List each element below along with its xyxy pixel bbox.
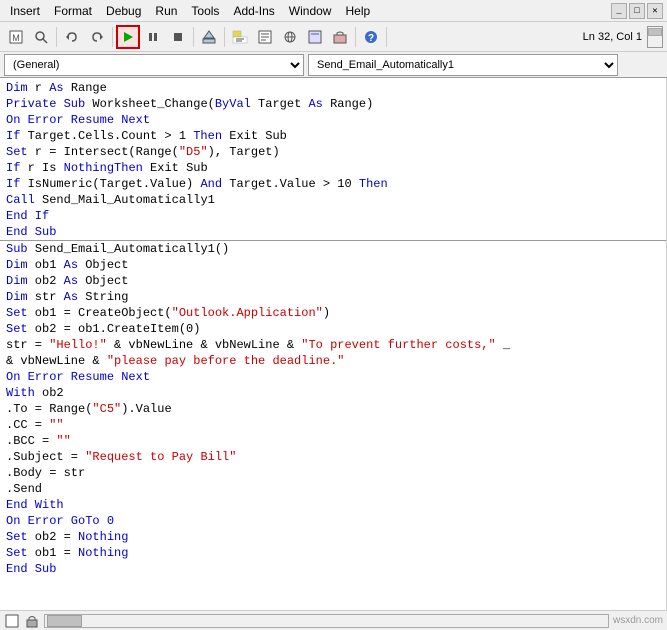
scrollbar-thumb bbox=[47, 615, 82, 627]
userform-icon bbox=[307, 29, 323, 45]
properties-button[interactable] bbox=[253, 25, 277, 49]
browser-icon bbox=[282, 29, 298, 45]
status-bar: wsxdn.com bbox=[0, 610, 667, 630]
minimize-button[interactable]: _ bbox=[611, 3, 627, 19]
explorer-icon bbox=[232, 29, 248, 45]
toolbar-scrollindicator bbox=[647, 26, 663, 48]
code-line: str = "Hello!" & vbNewLine & vbNewLine &… bbox=[0, 337, 666, 353]
redo-icon bbox=[89, 29, 105, 45]
code-line: Set ob1 = CreateObject("Outlook.Applicat… bbox=[0, 305, 666, 321]
reset-button[interactable] bbox=[166, 25, 190, 49]
code-line: Set ob1 = Nothing bbox=[0, 545, 666, 561]
code-line: .To = Range("C5").Value bbox=[0, 401, 666, 417]
code-line: If Target.Cells.Count > 1 Then Exit Sub bbox=[0, 128, 666, 144]
code-line: Sub Send_Email_Automatically1() bbox=[0, 241, 666, 257]
separator-2 bbox=[112, 27, 113, 47]
toolbox-icon bbox=[332, 29, 348, 45]
dropdowns-row: (General) Send_Email_Automatically1 bbox=[0, 52, 667, 78]
code-line: .BCC = "" bbox=[0, 433, 666, 449]
separator-1 bbox=[56, 27, 57, 47]
separator-4 bbox=[224, 27, 225, 47]
menu-help[interactable]: Help bbox=[339, 2, 376, 20]
insert-icon: M bbox=[8, 29, 24, 45]
window-controls: _ □ ✕ bbox=[611, 3, 663, 19]
design-mode-button[interactable] bbox=[197, 25, 221, 49]
code-line: .Subject = "Request to Pay Bill" bbox=[0, 449, 666, 465]
menu-format[interactable]: Format bbox=[48, 2, 98, 20]
menu-insert[interactable]: Insert bbox=[4, 2, 46, 20]
svg-text:M: M bbox=[12, 33, 20, 43]
menu-debug[interactable]: Debug bbox=[100, 2, 147, 20]
status-icon-right bbox=[24, 613, 40, 629]
code-line: .Send bbox=[0, 481, 666, 497]
cursor-position: Ln 32, Col 1 bbox=[583, 31, 646, 43]
code-line: On Error GoTo 0 bbox=[0, 513, 666, 529]
separator-6 bbox=[386, 27, 387, 47]
code-line: .Body = str bbox=[0, 465, 666, 481]
menu-tools[interactable]: Tools bbox=[185, 2, 225, 20]
toolbox-button[interactable] bbox=[328, 25, 352, 49]
code-line: Dim r As Range bbox=[0, 80, 666, 96]
redo-button[interactable] bbox=[85, 25, 109, 49]
code-line: Set r = Intersect(Range("D5"), Target) bbox=[0, 144, 666, 160]
vba-icon bbox=[5, 614, 19, 628]
find-button[interactable] bbox=[29, 25, 53, 49]
svg-text:?: ? bbox=[368, 33, 374, 44]
code-line: Set ob2 = Nothing bbox=[0, 529, 666, 545]
menu-addins[interactable]: Add-Ins bbox=[227, 2, 280, 20]
code-line: End With bbox=[0, 497, 666, 513]
design-icon bbox=[201, 29, 217, 45]
watermark: wsxdn.com bbox=[613, 615, 663, 626]
code-container: Dim r As RangePrivate Sub Worksheet_Chan… bbox=[0, 78, 667, 610]
code-line: On Error Resume Next bbox=[0, 112, 666, 128]
menu-run[interactable]: Run bbox=[149, 2, 183, 20]
break-icon bbox=[145, 29, 161, 45]
code-line: End Sub bbox=[0, 561, 666, 577]
code-line: If r Is Nothing Then Exit Sub bbox=[0, 160, 666, 176]
code-line: If IsNumeric(Target.Value) And Target.Va… bbox=[0, 176, 666, 192]
reset-icon bbox=[170, 29, 186, 45]
lock-icon bbox=[25, 614, 39, 628]
help-icon: ? bbox=[363, 29, 379, 45]
undo-button[interactable] bbox=[60, 25, 84, 49]
project-explorer-button[interactable] bbox=[228, 25, 252, 49]
code-line: & vbNewLine & "please pay before the dea… bbox=[0, 353, 666, 369]
code-line: End Sub bbox=[0, 224, 666, 240]
object-browser-button[interactable] bbox=[278, 25, 302, 49]
undo-icon bbox=[64, 29, 80, 45]
userform-button[interactable] bbox=[303, 25, 327, 49]
menu-window[interactable]: Window bbox=[283, 2, 338, 20]
code-line: Dim str As String bbox=[0, 289, 666, 305]
separator-3 bbox=[193, 27, 194, 47]
break-button[interactable] bbox=[141, 25, 165, 49]
scope-dropdown[interactable]: (General) bbox=[4, 54, 304, 76]
maximize-button[interactable]: □ bbox=[629, 3, 645, 19]
run-icon bbox=[120, 29, 136, 45]
find-icon bbox=[33, 29, 49, 45]
code-line: With ob2 bbox=[0, 385, 666, 401]
horizontal-scrollbar[interactable] bbox=[44, 614, 609, 628]
code-line: Dim ob2 As Object bbox=[0, 273, 666, 289]
run-button[interactable] bbox=[116, 25, 140, 49]
menu-bar: Insert Format Debug Run Tools Add-Ins Wi… bbox=[0, 0, 667, 22]
code-editor[interactable]: Dim r As RangePrivate Sub Worksheet_Chan… bbox=[0, 78, 667, 610]
procedure-dropdown[interactable]: Send_Email_Automatically1 bbox=[308, 54, 618, 76]
code-line: Dim ob1 As Object bbox=[0, 257, 666, 273]
close-button[interactable]: ✕ bbox=[647, 3, 663, 19]
properties-icon bbox=[257, 29, 273, 45]
code-line: On Error Resume Next bbox=[0, 369, 666, 385]
help-button[interactable]: ? bbox=[359, 25, 383, 49]
code-line: End If bbox=[0, 208, 666, 224]
code-line: .CC = "" bbox=[0, 417, 666, 433]
insert-module-button[interactable]: M bbox=[4, 25, 28, 49]
status-icon-left bbox=[4, 613, 20, 629]
toolbar: M bbox=[0, 22, 667, 52]
separator-5 bbox=[355, 27, 356, 47]
code-line: Call Send_Mail_Automatically1 bbox=[0, 192, 666, 208]
code-line: Set ob2 = ob1.CreateItem(0) bbox=[0, 321, 666, 337]
code-line: Private Sub Worksheet_Change(ByVal Targe… bbox=[0, 96, 666, 112]
